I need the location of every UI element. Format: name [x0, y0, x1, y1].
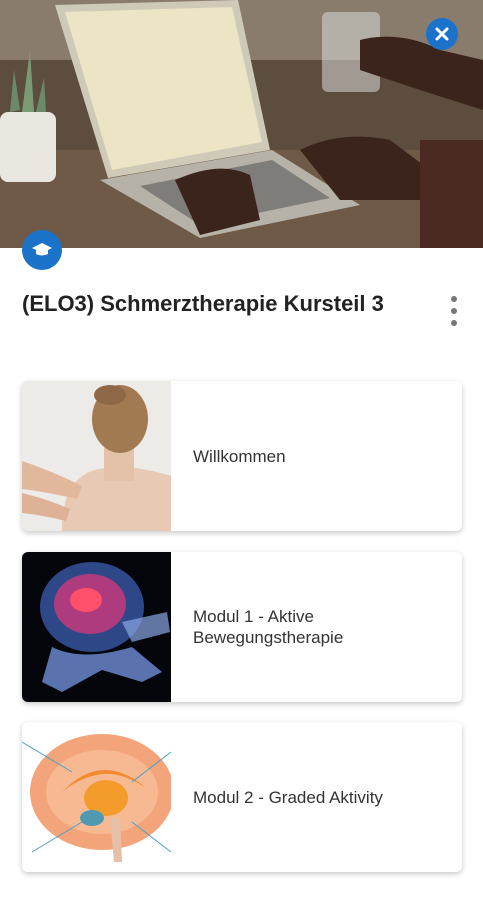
module-thumbnail-brain-diagram [22, 722, 171, 872]
course-type-badge [22, 230, 62, 270]
module-card-modul-2[interactable]: Modul 2 - Graded Aktivity [22, 722, 462, 872]
graduation-cap-icon [32, 243, 52, 256]
brain-xray-image [22, 552, 171, 702]
hero-image [0, 0, 483, 248]
close-icon [435, 27, 449, 41]
laptop-photo [0, 0, 483, 248]
module-label: Modul 1 - Aktive Bewegungstherapie [193, 607, 344, 647]
module-label: Modul 2 - Graded Aktivity [193, 787, 383, 807]
module-card-willkommen[interactable]: Willkommen [22, 381, 462, 531]
more-vert-icon [451, 296, 457, 302]
module-thumbnail-brain-xray [22, 552, 171, 702]
module-thumbnail-neck [22, 381, 171, 531]
more-options-button[interactable] [444, 296, 464, 326]
module-card-modul-1[interactable]: Modul 1 - Aktive Bewegungstherapie [22, 552, 462, 702]
brain-diagram-image [22, 722, 171, 872]
neck-massage-image [22, 381, 171, 531]
course-title: (ELO3) Schmerztherapie Kursteil 3 [22, 291, 384, 316]
close-button[interactable] [426, 18, 458, 50]
module-label: Willkommen [193, 446, 286, 466]
